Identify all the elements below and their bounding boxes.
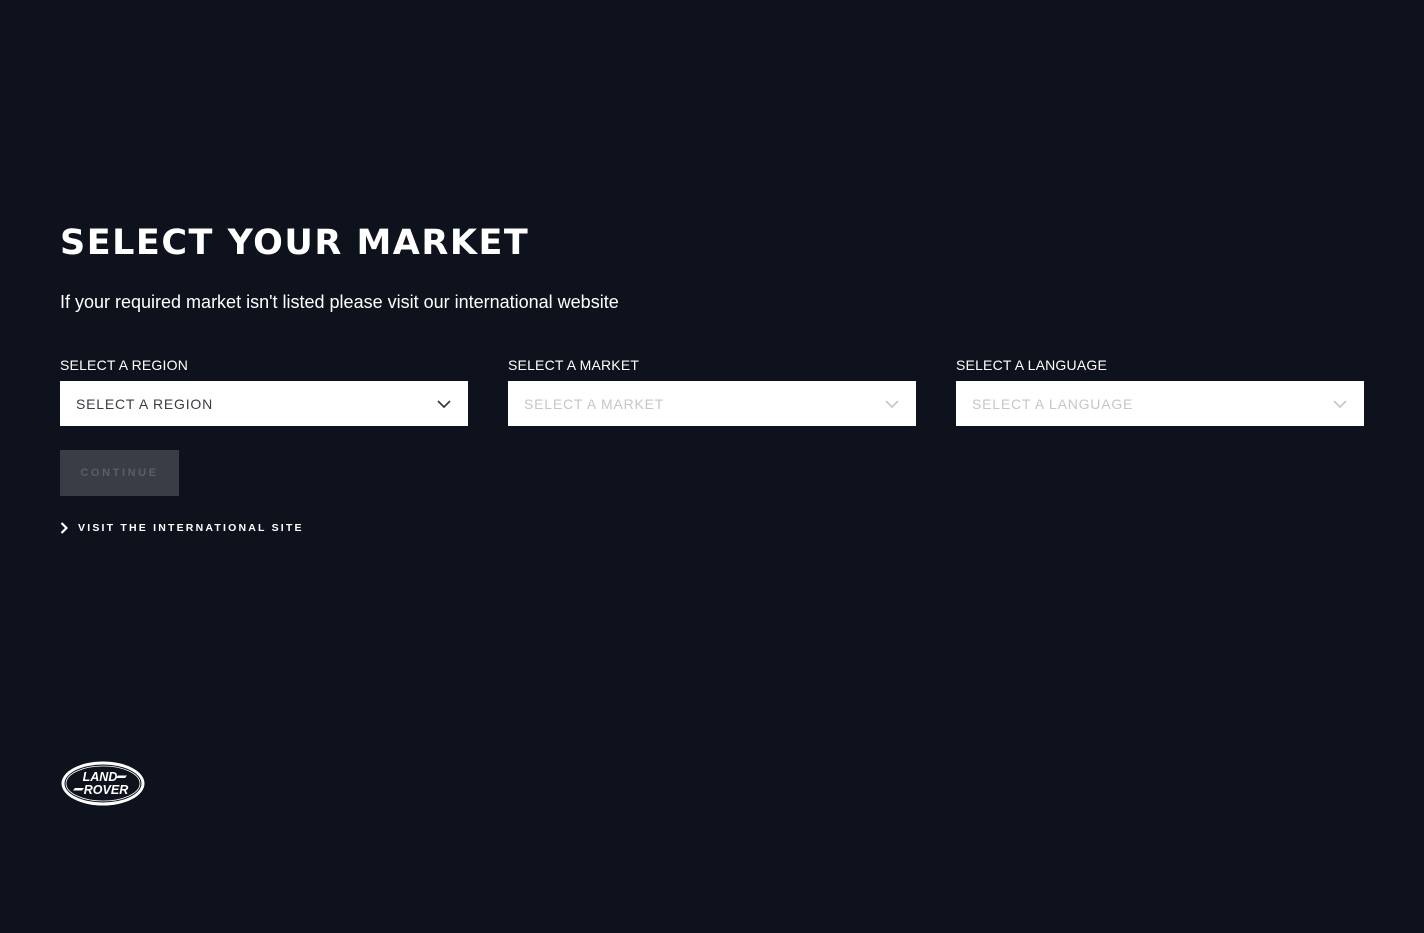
region-select-value: SELECT A REGION — [76, 395, 214, 412]
chevron-down-icon — [437, 399, 451, 408]
chevron-right-icon — [60, 522, 68, 534]
region-select[interactable]: SELECT A REGION — [60, 381, 468, 426]
chevron-down-icon — [1333, 399, 1347, 408]
logo-line1: LAND — [83, 770, 118, 784]
language-label: SELECT A LANGUAGE — [956, 357, 1107, 373]
market-field: SELECT A MARKET SELECT A MARKET — [508, 356, 916, 426]
market-select[interactable]: SELECT A MARKET — [508, 381, 916, 426]
international-site-link[interactable]: VISIT THE INTERNATIONAL SITE — [60, 522, 304, 534]
logo-line2: ROVER — [84, 783, 128, 797]
market-label: SELECT A MARKET — [508, 357, 640, 373]
language-field: SELECT A LANGUAGE SELECT A LANGUAGE — [956, 356, 1364, 426]
language-select[interactable]: SELECT A LANGUAGE — [956, 381, 1364, 426]
language-select-value: SELECT A LANGUAGE — [972, 395, 1134, 412]
market-selector: SELECT YOUR MARKET If your required mark… — [60, 220, 1364, 534]
market-select-value: SELECT A MARKET — [524, 395, 665, 412]
region-label: SELECT A REGION — [60, 357, 189, 373]
international-site-link-label: VISIT THE INTERNATIONAL SITE — [78, 522, 304, 534]
selector-fields: SELECT A REGION SELECT A REGION SELECT A… — [60, 356, 1364, 426]
land-rover-logo[interactable]: LAND ROVER — [60, 760, 146, 807]
continue-button[interactable]: CONTINUE — [60, 450, 179, 496]
page-title: SELECT YOUR MARKET — [60, 223, 530, 263]
chevron-down-icon — [885, 399, 899, 408]
page-subtitle: If your required market isn't listed ple… — [60, 292, 619, 312]
region-field: SELECT A REGION SELECT A REGION — [60, 356, 468, 426]
